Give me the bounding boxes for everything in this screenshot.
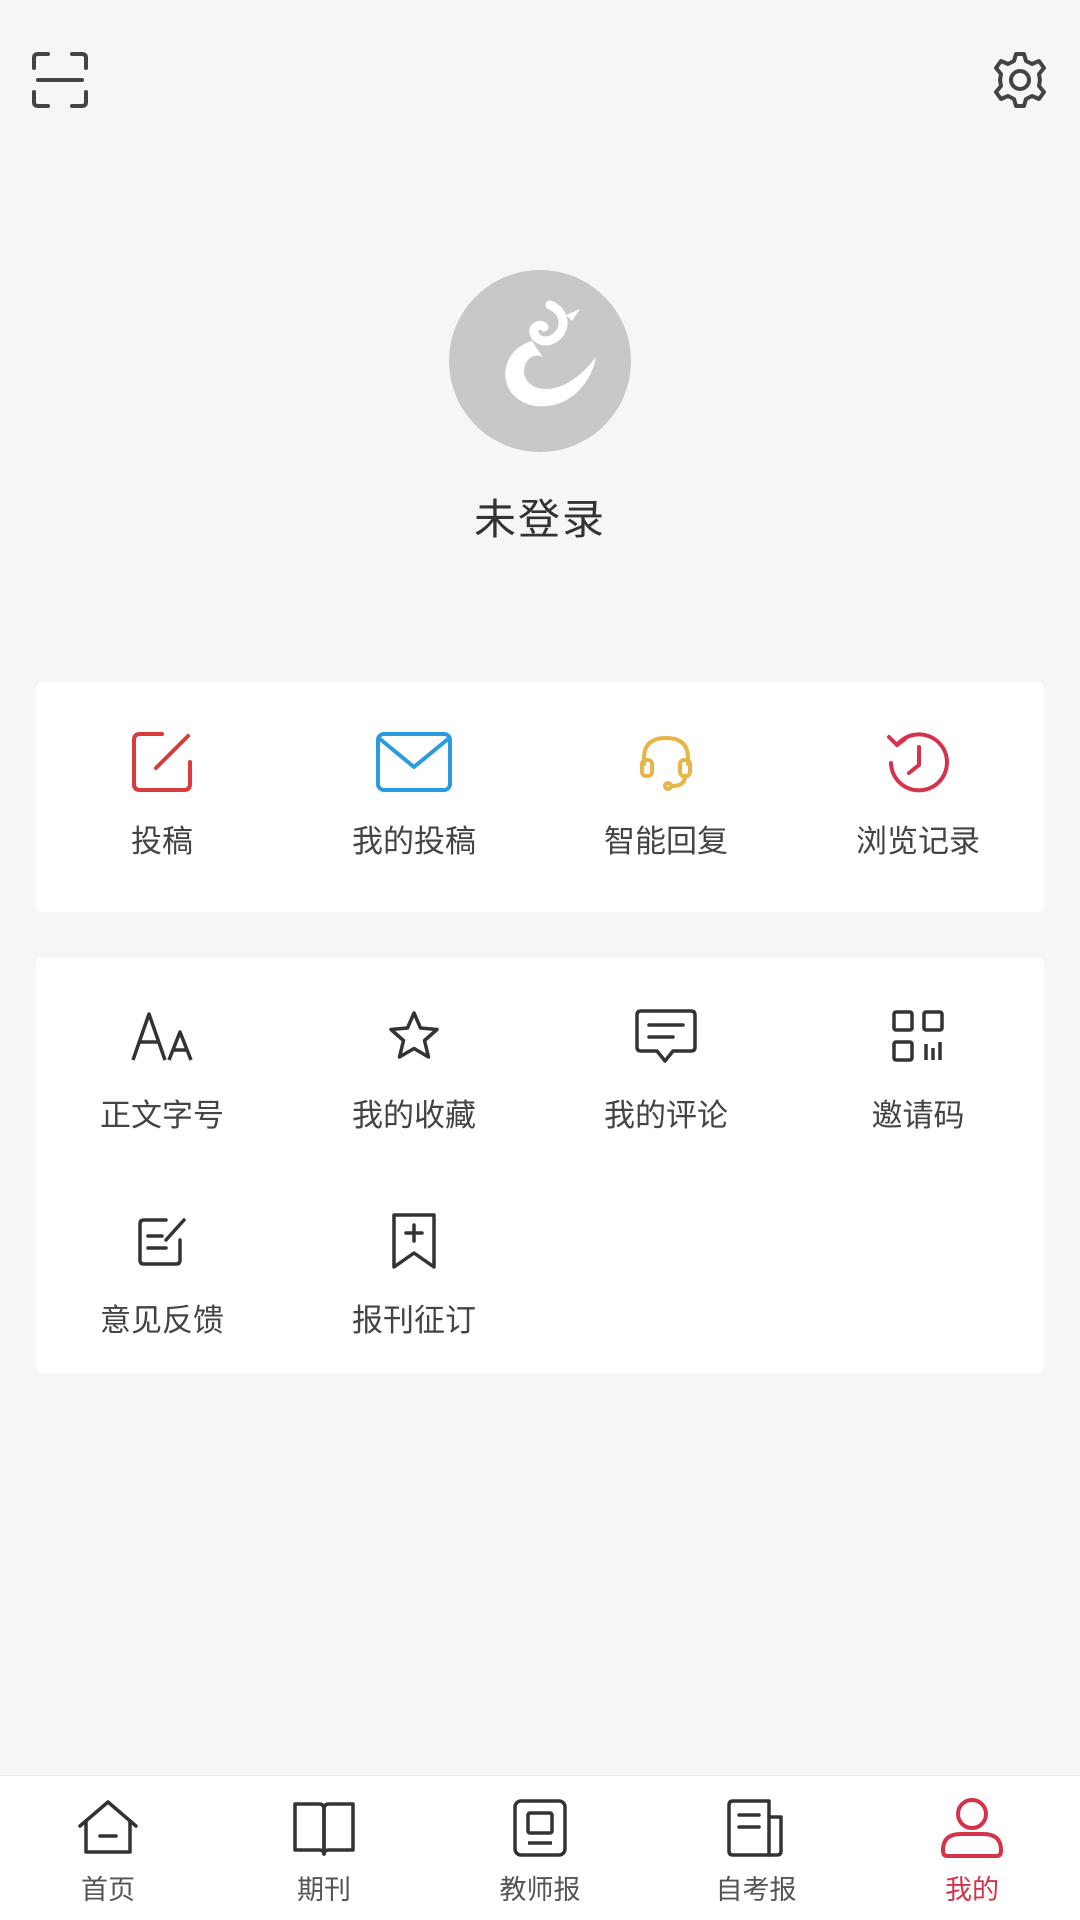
tool-invite-code[interactable]: 邀请码 <box>792 996 1044 1135</box>
nav-label: 教师报 <box>499 1875 581 1906</box>
quick-actions-card: 投稿 我的投稿 智能回复 浏览记录 <box>36 682 1044 912</box>
login-status[interactable]: 未登录 <box>0 486 1080 547</box>
headset-icon <box>626 722 706 802</box>
nav-home[interactable]: 首页 <box>0 1794 216 1907</box>
nav-mine[interactable]: 我的 <box>864 1794 1080 1907</box>
user-icon <box>938 1794 1006 1862</box>
nav-exam-paper[interactable]: 自考报 <box>648 1794 864 1907</box>
tool-label: 邀请码 <box>871 1098 965 1134</box>
settings-button[interactable] <box>988 48 1052 112</box>
action-my-submissions[interactable]: 我的投稿 <box>288 722 540 861</box>
tool-label: 我的评论 <box>604 1098 728 1134</box>
tool-subscribe[interactable]: 报刊征订 <box>288 1201 540 1340</box>
bottom-nav: 首页 期刊 教师报 自考报 我的 <box>0 1775 1080 1920</box>
nav-label: 期刊 <box>297 1875 351 1906</box>
top-bar <box>0 0 1080 160</box>
history-clock-icon <box>878 722 958 802</box>
edit-square-icon <box>122 722 202 802</box>
scan-icon <box>32 52 88 108</box>
tool-favorites[interactable]: 我的收藏 <box>288 996 540 1135</box>
tool-label: 报刊征订 <box>352 1303 476 1339</box>
nav-journals[interactable]: 期刊 <box>216 1794 432 1907</box>
document-icon <box>722 1794 790 1862</box>
logo-icon <box>505 300 596 407</box>
nav-label: 首页 <box>81 1875 135 1906</box>
tool-font-size[interactable]: 正文字号 <box>36 996 288 1135</box>
book-icon <box>290 1794 358 1862</box>
action-label: 我的投稿 <box>352 824 476 860</box>
tool-feedback[interactable]: 意见反馈 <box>36 1201 288 1340</box>
home-icon <box>74 1794 142 1862</box>
profile-section: 未登录 <box>0 270 1080 547</box>
star-icon <box>374 996 454 1076</box>
feedback-icon <box>122 1201 202 1281</box>
nav-label: 我的 <box>945 1875 999 1906</box>
qr-code-icon <box>878 996 958 1076</box>
tool-comments[interactable]: 我的评论 <box>540 996 792 1135</box>
newspaper-icon <box>506 1794 574 1862</box>
bookmark-add-icon <box>374 1201 454 1281</box>
action-label: 智能回复 <box>604 824 728 860</box>
action-smart-reply[interactable]: 智能回复 <box>540 722 792 861</box>
scan-button[interactable] <box>28 48 92 112</box>
mail-icon <box>374 722 454 802</box>
tools-card: 正文字号 我的收藏 我的评论 邀请码 意见反馈 报刊征订 <box>36 958 1044 1373</box>
action-label: 浏览记录 <box>856 824 980 860</box>
nav-label: 自考报 <box>715 1875 797 1906</box>
avatar[interactable] <box>449 270 631 452</box>
tool-label: 我的收藏 <box>352 1098 476 1134</box>
tool-label: 正文字号 <box>100 1098 224 1134</box>
nav-teacher-paper[interactable]: 教师报 <box>432 1794 648 1907</box>
tool-label: 意见反馈 <box>100 1303 224 1339</box>
action-submit[interactable]: 投稿 <box>36 722 288 861</box>
comment-icon <box>626 996 706 1076</box>
action-label: 投稿 <box>131 824 193 860</box>
action-history[interactable]: 浏览记录 <box>792 722 1044 861</box>
gear-icon <box>994 52 1046 108</box>
font-size-icon <box>122 996 202 1076</box>
